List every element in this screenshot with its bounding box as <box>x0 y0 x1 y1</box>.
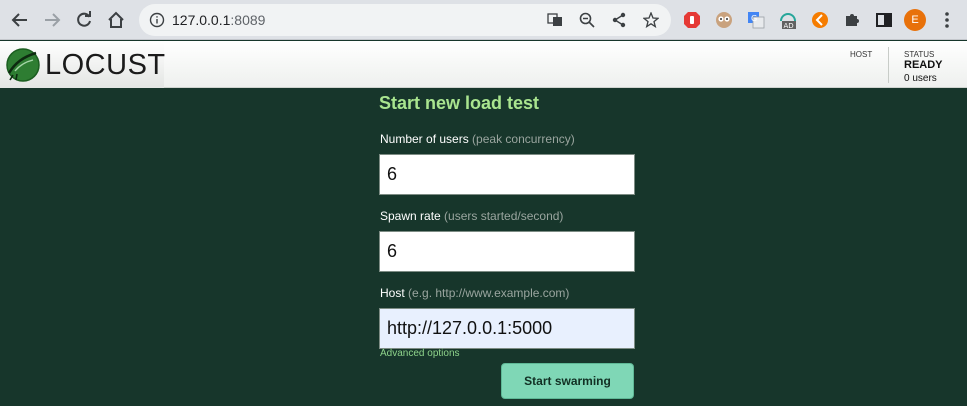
orange-extension-icon[interactable] <box>809 9 831 31</box>
chrome-menu-icon[interactable] <box>936 9 958 31</box>
advanced-options-link[interactable]: Advanced options <box>380 348 460 359</box>
spawn-hint: (users started/second) <box>444 209 564 223</box>
forward-button[interactable] <box>40 8 64 32</box>
form-title: Start new load test <box>379 93 540 113</box>
back-arrow-icon <box>11 13 27 27</box>
address-bar[interactable]: 127.0.0.1:8089 <box>139 4 671 36</box>
browser-toolbar: 127.0.0.1:8089 G AD E <box>0 0 967 40</box>
home-icon <box>108 11 124 28</box>
profile-initial: E <box>904 9 926 31</box>
ad-extension-icon[interactable]: AD <box>777 9 799 31</box>
status-label: STATUS <box>904 50 935 59</box>
users-hint: (peak concurrency) <box>472 132 575 146</box>
svg-text:AD: AD <box>784 22 794 30</box>
site-info-icon[interactable] <box>147 10 167 30</box>
url-text[interactable]: 127.0.0.1:8089 <box>172 12 265 28</box>
users-count: 0 users <box>904 73 937 84</box>
side-panel-icon[interactable] <box>873 9 895 31</box>
status-value: READY <box>904 59 943 71</box>
spawn-label-text: Spawn rate <box>380 209 441 223</box>
svg-text:G: G <box>751 14 757 23</box>
reload-button[interactable] <box>72 8 96 32</box>
share-icon[interactable] <box>609 10 629 30</box>
host-hint: (e.g. http://www.example.com) <box>408 286 570 300</box>
reload-icon <box>77 11 91 27</box>
locust-header: LOCUST HOST STATUS READY 0 users <box>0 41 967 88</box>
owl-extension-icon[interactable] <box>713 9 735 31</box>
host-label: HOST <box>850 50 873 59</box>
google-translate-extension-icon[interactable]: G <box>745 9 767 31</box>
users-field-label: Number of users (peak concurrency) <box>380 132 575 146</box>
spawn-field-label: Spawn rate (users started/second) <box>380 209 563 223</box>
locust-logo-icon <box>6 48 40 82</box>
translate-icon[interactable] <box>545 10 565 30</box>
forward-arrow-icon <box>45 13 61 27</box>
extensions-puzzle-icon[interactable] <box>841 9 863 31</box>
adblock-extension-icon[interactable] <box>681 9 703 31</box>
host-field-label: Host (e.g. http://www.example.com) <box>380 286 569 300</box>
back-button[interactable] <box>8 8 32 32</box>
users-label-text: Number of users <box>380 132 469 146</box>
host-input[interactable]: http://127.0.0.1:5000 <box>379 308 635 349</box>
profile-avatar[interactable]: E <box>904 9 926 31</box>
host-label-text: Host <box>380 286 405 300</box>
start-swarming-button[interactable]: Start swarming <box>501 363 634 399</box>
locust-logo[interactable]: LOCUST <box>0 41 166 88</box>
zoom-out-icon[interactable] <box>577 10 597 30</box>
bookmark-star-icon[interactable] <box>641 10 661 30</box>
locust-logo-text: LOCUST <box>45 49 166 81</box>
home-button[interactable] <box>104 8 128 32</box>
users-input[interactable]: 6 <box>379 154 635 195</box>
spawn-rate-input[interactable]: 6 <box>379 231 635 272</box>
header-divider <box>888 47 889 83</box>
